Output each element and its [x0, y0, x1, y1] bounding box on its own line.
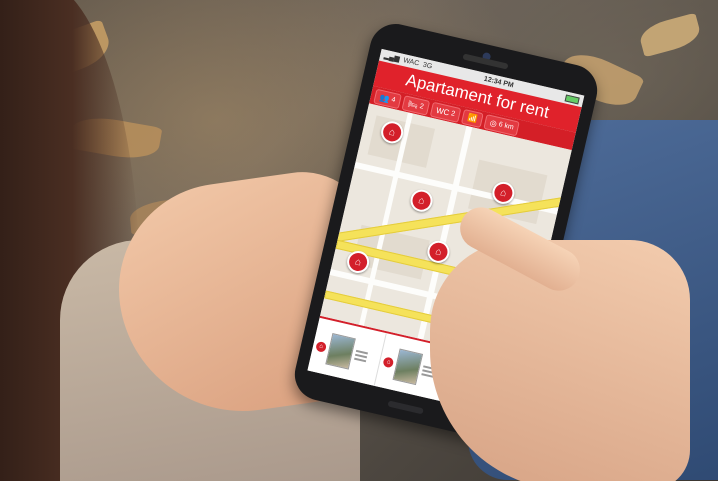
- listing-thumbnail: [392, 348, 424, 386]
- wc-icon: WC: [435, 105, 451, 118]
- network-label: 3G: [422, 61, 433, 71]
- listing-marker-house-icon[interactable]: ⌂: [408, 187, 435, 214]
- wifi-icon: 📶: [466, 112, 479, 124]
- home-button[interactable]: [387, 400, 424, 415]
- photo-scene: ▂▄▆ WAC 3G 12:34 PM Apartament for rent …: [0, 0, 718, 481]
- house-icon: ⌂: [382, 356, 395, 369]
- battery-icon: [564, 93, 580, 104]
- listing-thumbnail: [325, 333, 356, 370]
- house-icon: ⌂: [315, 340, 328, 353]
- distance-icon: ◎: [489, 117, 498, 129]
- leaf-decoration: [637, 12, 703, 58]
- listing-details: [354, 349, 368, 363]
- bed-icon: 🛏: [406, 98, 419, 110]
- carrier-label: WAC: [402, 56, 420, 68]
- people-icon: 👥: [378, 92, 391, 104]
